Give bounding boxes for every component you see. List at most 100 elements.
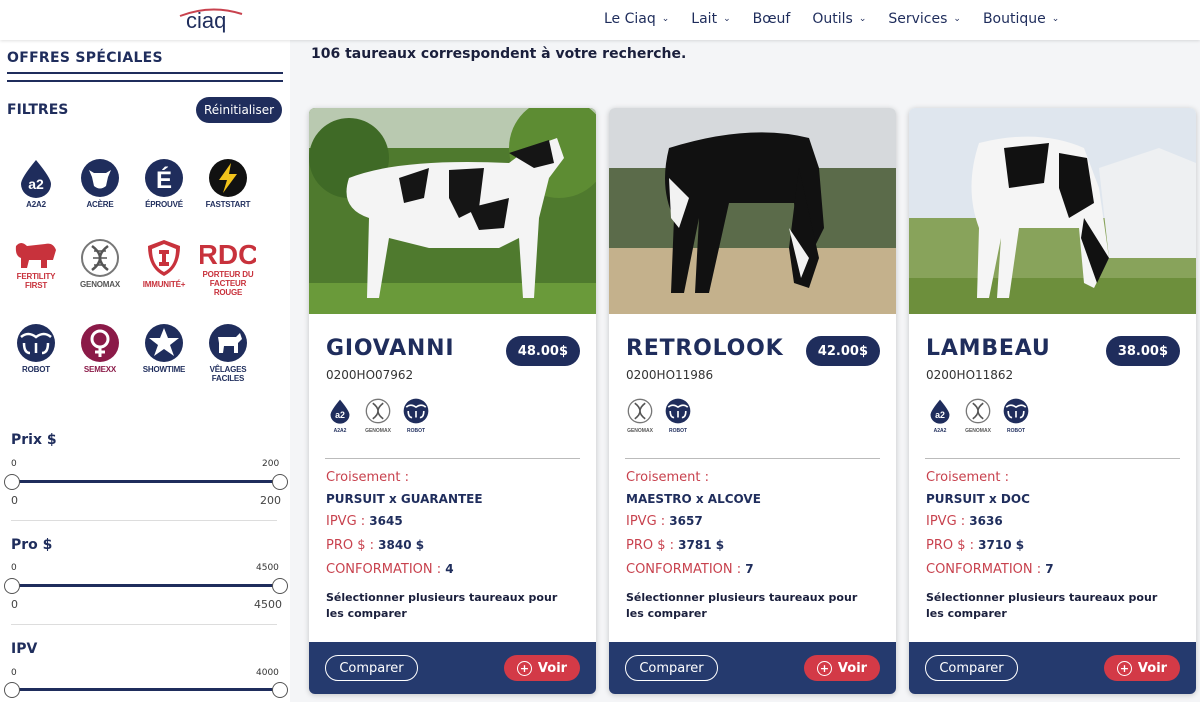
plus-circle-icon: + [1116,660,1132,676]
dna-icon [365,398,391,424]
filter-a2a2[interactable]: a2 A2A2 [6,158,66,228]
price-tick-min: 0 [11,459,17,469]
calf-icon [209,324,247,362]
ipvg-stat: IPVG : 3636 [926,514,1003,529]
chevron-down-icon: ⌄ [723,14,731,24]
a2-drop-icon: a2 [930,399,950,424]
divider [11,520,277,521]
trait-badges: a2 A2A2 GENOMAX ROBOT [925,398,1031,434]
cross-label: Croisement : [926,470,1009,485]
rdc-icon: RDC [200,239,256,268]
robot-badge: ROBOT [1001,398,1031,434]
filter-faststart[interactable]: FASTSTART [198,158,258,228]
robot-icon [403,398,429,424]
pro-slider-max-handle[interactable] [272,578,288,594]
card-footer: Comparer + Voir [609,642,896,694]
genomax-badge: GENOMAX [625,398,655,434]
conformation-stat: CONFORMATION : 7 [626,562,754,577]
robot-badge: ROBOT [663,398,693,434]
filter-robot[interactable]: ROBOT [6,323,66,393]
dna-icon [81,239,119,277]
price-slider-min-handle[interactable] [4,474,20,490]
chevron-down-icon: ⌄ [1051,14,1060,24]
bull-photo[interactable] [309,108,596,314]
nav-le-ciaq[interactable]: Le Ciaq ⌄ [604,11,669,27]
bull-photo[interactable] [609,108,896,314]
trait-badges: a2 A2A2 GENOMAX ROBOT [325,398,431,434]
view-button[interactable]: + Voir [1104,655,1180,681]
ipv-slider-track[interactable] [12,688,280,691]
a2-drop-icon: a2 [330,399,350,424]
compare-button[interactable]: Comparer [325,655,418,681]
results-count: 106 taureaux correspondent à votre reche… [311,46,687,62]
filter-velages-faciles[interactable]: VÊLAGES FACILES [198,323,258,393]
divider [7,80,283,82]
reset-filters-button[interactable]: Réinitialiser [196,97,282,123]
svg-text:É: É [156,166,172,194]
cross-label: Croisement : [626,470,709,485]
bull-photo[interactable] [909,108,1196,314]
filter-showtime[interactable]: SHOWTIME [134,323,194,393]
compare-hint: Sélectionner plusieurs taureaux pour les… [626,591,858,620]
a2-drop-icon: a2 [21,160,51,198]
cow-head-icon [81,159,119,197]
card-footer: Comparer + Voir [909,642,1196,694]
divider [625,458,880,459]
filter-semexx[interactable]: SEMEXX [70,323,130,393]
svg-text:a2: a2 [28,176,44,192]
results-area: 106 taureaux correspondent à votre reche… [290,40,1200,702]
a2a2-badge: a2 A2A2 [925,398,955,434]
filter-rdc[interactable]: RDC PORTEUR DU FACTEUR ROUGE [198,238,258,308]
nav-boutique[interactable]: Boutique ⌄ [983,11,1059,27]
price-slider-track[interactable] [12,480,280,483]
conformation-stat: CONFORMATION : 4 [326,562,454,577]
plus-circle-icon: + [516,660,532,676]
lightning-icon [209,159,247,197]
dna-icon [965,398,991,424]
bull-icon [15,243,56,268]
price-tick-max: 200 [262,459,280,469]
view-button[interactable]: + Voir [804,655,880,681]
view-button[interactable]: + Voir [504,655,580,681]
pro-slider-track[interactable] [12,584,280,587]
bull-name: LAMBEAU [926,336,1051,361]
cross-value: PURSUIT x GUARANTEE [326,492,483,506]
pro-slider-min-handle[interactable] [4,578,20,594]
nav-outils[interactable]: Outils ⌄ [812,11,866,27]
ipv-slider-max-handle[interactable] [272,682,288,698]
filter-immunite[interactable]: IMMUNITÉ+ [134,238,194,308]
compare-button[interactable]: Comparer [925,655,1018,681]
divider [325,458,580,459]
ipv-tick-min: 0 [11,668,17,678]
ipvg-stat: IPVG : 3657 [626,514,703,529]
pro-stat: PRO $ : 3710 $ [926,538,1025,553]
robot-badge: ROBOT [401,398,431,434]
a2a2-badge: a2 A2A2 [325,398,355,434]
nav-lait[interactable]: Lait ⌄ [691,11,730,27]
filters-heading: FILTRES [7,102,69,118]
filter-genomax[interactable]: GENOMAX [70,238,130,308]
filter-eprouve[interactable]: É ÉPROUVÉ [134,158,194,228]
divider [11,624,277,625]
nav-boeuf[interactable]: Bœuf [753,11,791,27]
bull-card: RETROLOOK 42.00$ 0200HO11986 GENOMAX ROB… [609,108,896,694]
price-slider-title: Prix $ [11,432,57,448]
e-accent-icon: É [145,159,183,197]
compare-button[interactable]: Comparer [625,655,718,681]
chevron-down-icon: ⌄ [953,14,961,24]
price-min-value: 0 [11,494,18,507]
price-slider-max-handle[interactable] [272,474,288,490]
ipv-slider-min-handle[interactable] [4,682,20,698]
cross-value: PURSUIT x DOC [926,492,1030,506]
special-offers-link[interactable]: OFFRES SPÉCIALES [7,50,163,66]
filter-acere[interactable]: ACÈRE [70,158,130,228]
plus-circle-icon: + [816,660,832,676]
nav-services[interactable]: Services ⌄ [888,11,961,27]
bull-code: 0200HO11862 [926,368,1014,382]
conformation-stat: CONFORMATION : 7 [926,562,1054,577]
ciaq-logo[interactable]: ciaq [176,2,246,34]
star-icon [145,324,183,362]
chevron-down-icon: ⌄ [661,14,670,24]
filter-fertility-first[interactable]: FERTILITY FIRST [6,238,66,308]
ipv-slider-title: IPV [11,641,38,657]
